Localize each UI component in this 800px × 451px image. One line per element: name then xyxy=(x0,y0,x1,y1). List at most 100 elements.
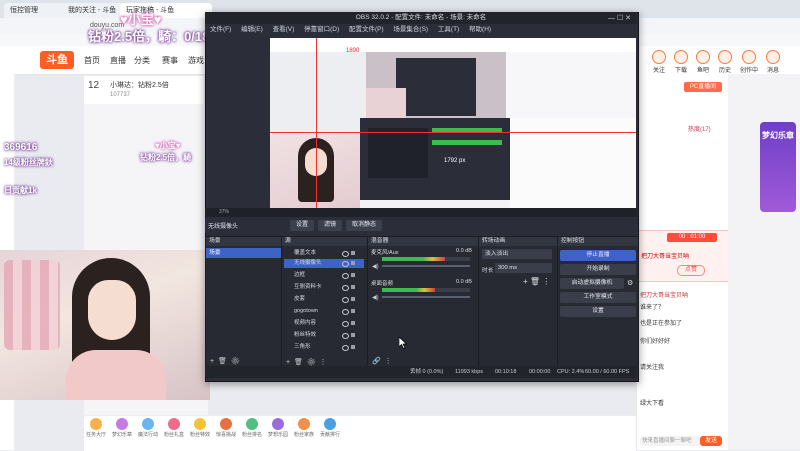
deactivate-button[interactable]: 取消静态 xyxy=(346,220,382,231)
site-logo[interactable]: 斗鱼 xyxy=(40,51,74,69)
lock-icon[interactable] xyxy=(351,297,355,301)
menu-file[interactable]: 文件(F) xyxy=(210,26,231,33)
source-item[interactable]: 边框 xyxy=(284,271,356,280)
obs-preview[interactable]: 1792 px 1890 xyxy=(270,38,636,208)
gift-item[interactable]: 梦幻乐章 xyxy=(112,418,132,438)
chat-input[interactable]: 快来直播间聊一聊吧 xyxy=(640,436,700,446)
gift-item[interactable]: 任务大厅 xyxy=(86,418,106,438)
nav-forum[interactable]: 鱼吧 xyxy=(692,50,714,74)
nav-games[interactable]: 游戏 xyxy=(188,55,204,66)
stop-streaming-button[interactable]: 停止直播 xyxy=(560,250,636,261)
nav-history[interactable]: 历史 xyxy=(714,50,736,74)
eye-icon[interactable] xyxy=(342,309,349,315)
lock-icon[interactable] xyxy=(351,321,355,325)
send-button[interactable]: 发送 xyxy=(700,436,722,446)
nav-category[interactable]: 分类 xyxy=(134,55,150,66)
filters-button[interactable]: 滤镜 xyxy=(318,220,342,231)
window-controls[interactable]: — ☐ ✕ xyxy=(608,14,631,22)
nav-follow[interactable]: 关注 xyxy=(648,50,670,74)
gift-icon xyxy=(272,418,284,430)
transition-select[interactable]: 淡入淡出 xyxy=(482,249,552,259)
menu-help[interactable]: 帮助(H) xyxy=(469,26,491,33)
gift-icon xyxy=(220,418,232,430)
gift-icon xyxy=(324,418,336,430)
preview-webcam xyxy=(270,132,360,208)
eye-icon[interactable] xyxy=(342,297,349,303)
source-item[interactable]: 无线摄像头 xyxy=(284,259,364,268)
lock-icon[interactable] xyxy=(351,273,355,277)
nav-live[interactable]: 直播 xyxy=(110,55,126,66)
source-item[interactable]: 视频内容 xyxy=(284,319,356,328)
gift-item[interactable]: 粉丝特效 xyxy=(190,418,210,438)
source-item[interactable]: 皮套 xyxy=(284,295,356,304)
obs-title: OBS 32.0.2 - 配置文件: 未命名 - 场景: 未命名 xyxy=(205,12,637,24)
pc-live-badge[interactable]: PC直播间 xyxy=(684,82,722,92)
like-button[interactable]: 点赞 xyxy=(677,265,705,276)
speaker-icon[interactable]: ◀) xyxy=(372,294,379,301)
eye-icon[interactable] xyxy=(342,285,349,291)
lock-icon[interactable] xyxy=(351,345,355,349)
webcam-feed xyxy=(0,250,210,400)
lock-icon[interactable] xyxy=(351,251,355,255)
source-item[interactable]: 覆盖文本 xyxy=(284,249,356,258)
status-fps: 60.00 / 60.00 FPS xyxy=(585,369,630,375)
source-item[interactable]: 三角形 xyxy=(284,343,356,352)
menu-edit[interactable]: 编辑(E) xyxy=(241,26,263,33)
gift-item[interactable]: 贡献排行 xyxy=(320,418,340,438)
scenes-dock: 场景 场景 + 🗑 ⚙ xyxy=(205,236,282,368)
streamer-face xyxy=(88,280,136,340)
settings-button[interactable]: 设置 xyxy=(560,306,636,317)
duration-input[interactable]: 300 ms xyxy=(495,263,552,273)
lock-icon[interactable] xyxy=(351,285,355,289)
menu-tools[interactable]: 工具(T) xyxy=(438,26,459,33)
gift-item[interactable]: 粉丝礼盒 xyxy=(164,418,184,438)
studio-mode-button[interactable]: 工作室模式 xyxy=(560,292,636,303)
nav-download[interactable]: 下载 xyxy=(670,50,692,74)
menu-docks[interactable]: 停靠窗口(D) xyxy=(304,26,339,33)
properties-button[interactable]: 设置 xyxy=(290,220,314,231)
eye-icon[interactable] xyxy=(342,273,349,279)
menu-profile[interactable]: 配置文件(P) xyxy=(349,26,384,33)
source-item[interactable]: 互侧资料卡 xyxy=(284,283,356,292)
nav-events[interactable]: 赛事 xyxy=(162,55,178,66)
eye-icon[interactable] xyxy=(342,321,349,327)
zoom-label[interactable]: 37% xyxy=(219,209,229,215)
overlay-line1: 14级粉丝牌鈥 xyxy=(4,158,53,167)
transition-buttons[interactable]: + 🗑 ⋮ xyxy=(523,277,550,286)
gift-item[interactable]: 惊喜挑战 xyxy=(216,418,236,438)
eye-icon[interactable] xyxy=(342,345,349,351)
gift-item[interactable]: 魔法行动 xyxy=(138,418,158,438)
virtual-camera-button[interactable]: 启动虚拟摄像机 xyxy=(560,278,624,289)
gift-item[interactable]: 梦想乐园 xyxy=(268,418,288,438)
event-banner[interactable]: 梦幻乐章 xyxy=(760,122,796,212)
lock-icon[interactable] xyxy=(351,309,355,313)
gear-icon[interactable]: ⚙ xyxy=(627,279,633,287)
mixer-toolbar[interactable]: 🔗 ⋮ xyxy=(372,357,392,365)
scene-item[interactable]: 场景 xyxy=(206,248,281,258)
mixer-channel-db: 0.0 dB xyxy=(456,279,472,285)
menu-view[interactable]: 查看(V) xyxy=(273,26,295,33)
gift-item[interactable]: 粉丝排名 xyxy=(242,418,262,438)
menu-scene-collection[interactable]: 场景集合(S) xyxy=(393,26,428,33)
speaker-icon[interactable]: ◀) xyxy=(372,263,379,270)
gift-item[interactable]: 粉丝家族 xyxy=(294,418,314,438)
lock-icon[interactable] xyxy=(351,333,355,337)
source-item[interactable]: 粉丝特效 xyxy=(284,331,356,340)
scenes-add-remove[interactable]: + 🗑 ⚙ xyxy=(210,357,240,365)
source-item[interactable]: gogotown xyxy=(284,307,356,316)
chat-line: 也是正在参加了 xyxy=(640,321,683,327)
volume-slider[interactable] xyxy=(382,296,470,298)
eye-icon[interactable] xyxy=(342,333,349,339)
nav-messages[interactable]: 消息 xyxy=(762,50,784,74)
gift-icon xyxy=(298,418,310,430)
start-recording-button[interactable]: 开始录制 xyxy=(560,264,636,275)
overlay-mini-name: ♥小宝♥ xyxy=(155,141,181,150)
lock-icon[interactable] xyxy=(351,261,355,265)
sources-toolbar[interactable]: + 🗑 ⚙ ⋮ xyxy=(286,358,327,366)
promo-card[interactable]: 00 : 01:00 把刀大哥当宝贝呐 点赞 xyxy=(636,230,730,282)
nav-home[interactable]: 首页 xyxy=(84,55,100,66)
volume-slider[interactable] xyxy=(382,265,470,267)
chat-line: 你们好好好 xyxy=(640,339,671,345)
eye-icon[interactable] xyxy=(342,251,349,257)
eye-icon[interactable] xyxy=(342,261,349,267)
